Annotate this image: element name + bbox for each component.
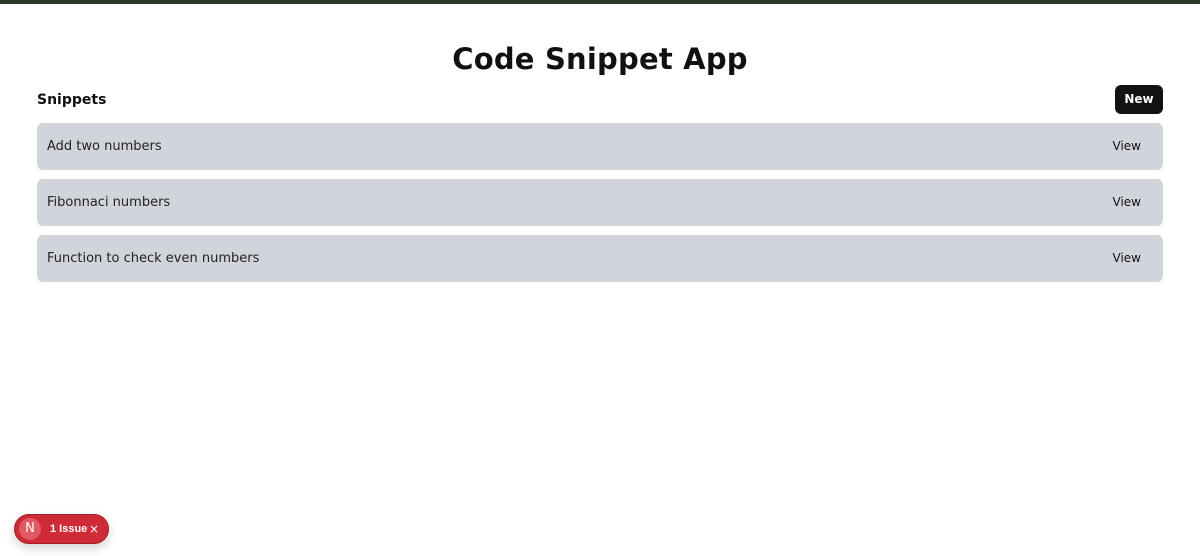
section-title: Snippets	[37, 92, 107, 108]
snippets-header: Snippets New	[37, 85, 1163, 115]
snippet-item: Fibonnaci numbers View	[37, 179, 1163, 226]
top-border	[0, 0, 1200, 4]
snippet-title: Add two numbers	[47, 139, 162, 154]
page: Code Snippet App Snippets New Add two nu…	[0, 0, 1200, 556]
view-snippet-link[interactable]: View	[1113, 235, 1141, 282]
close-icon[interactable]: ×	[89, 515, 99, 543]
snippet-list: Add two numbers View Fibonnaci numbers V…	[37, 123, 1163, 291]
view-snippet-link[interactable]: View	[1113, 179, 1141, 226]
nextjs-logo-icon: N	[19, 518, 41, 540]
snippet-title: Function to check even numbers	[47, 251, 260, 266]
dev-issues-badge[interactable]: N 1 Issue ×	[14, 514, 109, 544]
new-snippet-button[interactable]: New	[1115, 85, 1163, 114]
view-snippet-link[interactable]: View	[1113, 123, 1141, 170]
snippet-item: Function to check even numbers View	[37, 235, 1163, 282]
snippet-item: Add two numbers View	[37, 123, 1163, 170]
snippet-title: Fibonnaci numbers	[47, 195, 171, 210]
page-title: Code Snippet App	[452, 42, 748, 76]
issue-count-label[interactable]: 1 Issue	[50, 515, 87, 543]
